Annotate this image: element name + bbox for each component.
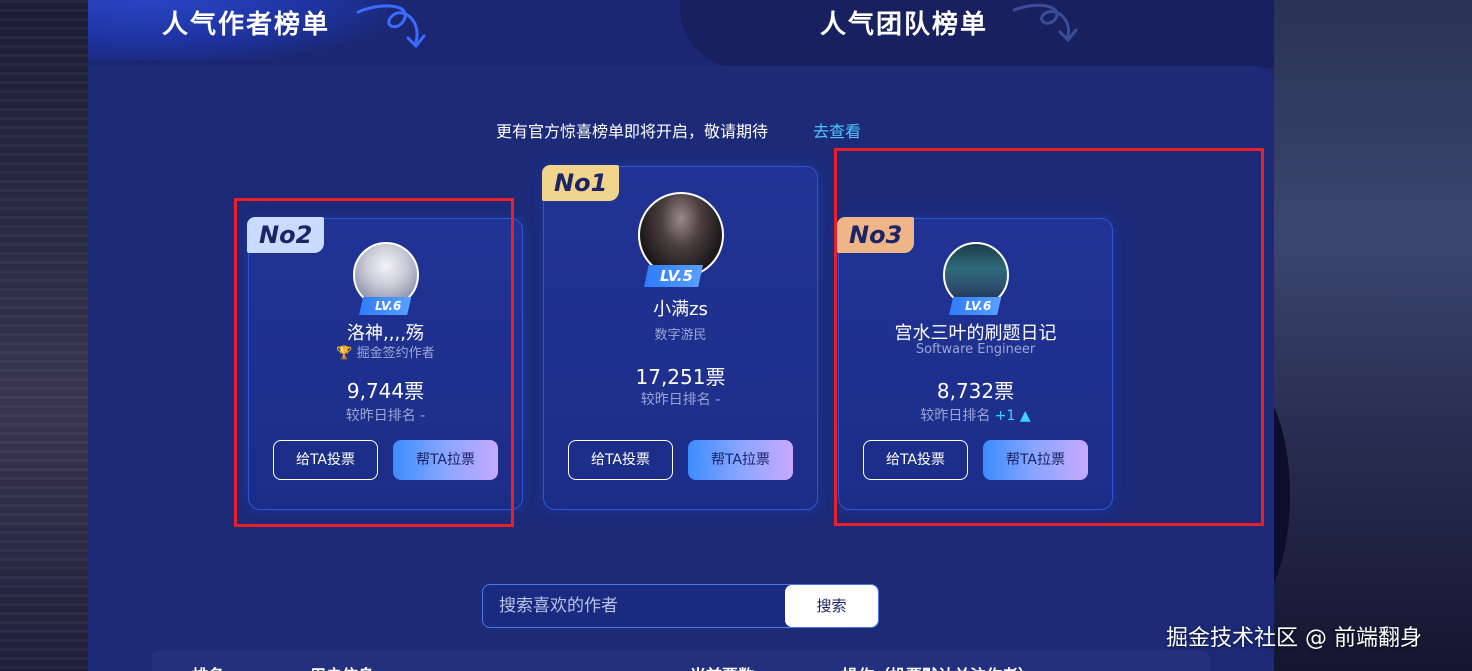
highlight-box (834, 148, 1264, 526)
tab-author-ranking[interactable]: 人气作者榜单 (162, 4, 330, 41)
watermark: 掘金技术社区 @ 前端翻身 (1166, 626, 1422, 651)
canvass-button[interactable]: 帮TA拉票 (688, 440, 793, 480)
rank-change-label: 较昨日排名 (640, 392, 711, 408)
vote-button[interactable]: 给TA投票 (568, 440, 673, 480)
ranking-table-header: 排名 用户信息 当前票数 操作（投票默认关注作者） (152, 650, 1210, 671)
vote-count: 17,251票 (635, 365, 726, 389)
rank-change-value: - (715, 392, 721, 408)
rank-change: 较昨日排名 - (544, 389, 817, 409)
swirl-decoration-icon (1012, 3, 1078, 43)
background-left (0, 0, 88, 671)
search-input[interactable]: 搜索喜欢的作者 (483, 585, 785, 627)
column-header-actions: 操作（投票默认关注作者） (842, 662, 1034, 671)
background-right (1274, 0, 1472, 671)
rank-tag: No1 (542, 165, 620, 201)
column-header-votes: 当前票数 (690, 662, 754, 671)
search-button[interactable]: 搜索 (785, 585, 878, 627)
search-bar: 搜索喜欢的作者 搜索 (482, 584, 879, 628)
level-badge: LV.5 (644, 265, 703, 287)
ranking-card-1: No1 LV.5 小满zs 数字游民 17,251票 较昨日排名 - 给TA投票… (542, 165, 818, 510)
tab-team-ranking[interactable]: 人气团队榜单 (820, 4, 988, 41)
column-header-rank: 排名 (192, 662, 224, 671)
column-header-user: 用户信息 (310, 662, 374, 671)
author-name: 小满zs (653, 299, 708, 320)
notice-link[interactable]: 去查看 (813, 118, 861, 142)
highlight-box (234, 198, 514, 527)
notice-text: 更有官方惊喜榜单即将开启，敬请期待 (496, 122, 769, 141)
swirl-decoration-icon (356, 4, 426, 49)
author-title: 数字游民 (654, 328, 707, 343)
